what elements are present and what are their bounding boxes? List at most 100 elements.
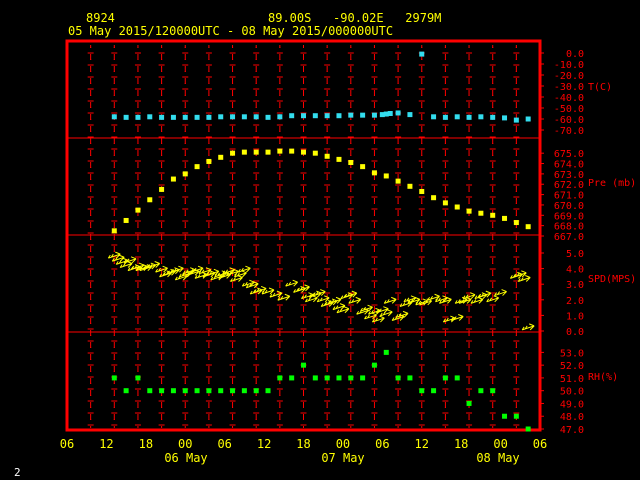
data-point <box>194 114 200 120</box>
data-point <box>289 148 295 154</box>
panel-label-temperature: T(C) <box>588 82 612 93</box>
series-rh <box>111 349 531 432</box>
x-tick-label: 18 <box>454 437 468 451</box>
data-point <box>395 375 401 381</box>
data-point <box>182 171 188 177</box>
data-point <box>490 388 496 394</box>
data-point <box>301 362 306 368</box>
data-point <box>147 197 153 203</box>
y-tick-label: -70.0 <box>554 126 584 137</box>
data-point <box>218 388 224 394</box>
wind-arrow <box>332 303 346 311</box>
wind-arrow <box>316 295 330 303</box>
data-point <box>241 388 247 394</box>
data-point <box>454 375 460 381</box>
data-point <box>265 388 271 394</box>
data-point <box>170 114 176 120</box>
data-point <box>513 220 519 226</box>
data-point <box>159 114 165 120</box>
data-point <box>442 200 448 206</box>
data-point <box>336 113 342 119</box>
data-point <box>348 159 354 165</box>
data-point <box>360 164 366 170</box>
data-point <box>182 114 188 120</box>
data-point <box>466 114 472 120</box>
data-point <box>277 148 283 154</box>
y-tick-label: 667.0 <box>554 232 584 243</box>
wind-arrow <box>395 310 409 318</box>
y-tick-label: 675.0 <box>554 149 584 160</box>
y-tick-label: -40.0 <box>554 93 584 104</box>
data-point <box>253 114 259 120</box>
data-point <box>442 114 448 120</box>
data-point <box>395 110 401 116</box>
data-point <box>371 112 377 118</box>
y-tick-label: 51.0 <box>560 374 584 385</box>
data-point <box>431 195 437 201</box>
x-tick-label: 00 <box>178 437 192 451</box>
data-point <box>419 388 425 394</box>
data-point <box>111 114 117 120</box>
data-point <box>230 150 236 156</box>
wind-arrow <box>123 256 137 264</box>
y-tick-label: 47.0 <box>560 425 584 436</box>
data-point <box>312 375 318 381</box>
y-tick-label: 668.0 <box>554 222 584 233</box>
wind-arrow <box>375 306 389 314</box>
data-point <box>454 114 460 120</box>
data-point <box>383 173 389 179</box>
y-tick-label: 0.0 <box>566 49 584 60</box>
data-point <box>230 388 236 394</box>
data-point <box>324 153 330 159</box>
data-point <box>502 413 508 419</box>
y-tick-label: 4.0 <box>566 265 584 276</box>
data-point <box>241 149 247 155</box>
data-point <box>407 112 413 118</box>
wind-arrow <box>360 304 373 312</box>
data-point <box>218 154 224 160</box>
y-tick-label: 50.0 <box>560 387 584 398</box>
data-point <box>206 114 212 120</box>
wind-arrow <box>521 323 535 331</box>
data-point <box>466 400 472 406</box>
data-point <box>253 149 259 155</box>
data-point <box>324 113 330 119</box>
y-tick-label: 2.0 <box>566 296 584 307</box>
data-point <box>360 112 366 118</box>
series-temperature <box>111 51 531 123</box>
data-point <box>265 149 271 155</box>
wind-arrow <box>450 314 464 321</box>
data-point <box>111 375 117 381</box>
data-point <box>478 210 484 216</box>
data-point <box>159 186 165 192</box>
data-point <box>277 375 283 381</box>
data-point <box>312 113 318 119</box>
y-tick-label: -20.0 <box>554 71 584 82</box>
x-tick-label: 18 <box>139 437 153 451</box>
data-point <box>419 188 425 194</box>
data-point <box>525 426 531 432</box>
grid <box>87 45 520 428</box>
data-point <box>490 114 496 120</box>
panel-label-wind_speed: SPD(MPS) <box>588 274 636 285</box>
data-point <box>147 114 153 120</box>
y-tick-label: 3.0 <box>566 280 584 291</box>
data-point <box>170 176 176 182</box>
x-day-label: 08 May <box>476 451 519 465</box>
x-tick-label: 06 <box>533 437 547 451</box>
data-point <box>206 158 212 164</box>
y-tick-label: 671.0 <box>554 191 584 202</box>
panel-label-rh: RH(%) <box>588 372 618 383</box>
x-day-label: 07 May <box>321 451 364 465</box>
y-tick-label: 673.0 <box>554 170 584 181</box>
y-tick-label: -30.0 <box>554 82 584 93</box>
x-tick-label: 00 <box>493 437 507 451</box>
data-point <box>371 362 377 368</box>
y-tick-label: -60.0 <box>554 115 584 126</box>
data-point <box>431 388 437 394</box>
data-point <box>135 207 141 213</box>
data-point <box>419 51 425 57</box>
data-point <box>387 111 393 116</box>
x-day-label: 06 May <box>164 451 207 465</box>
x-tick-label: 06 <box>375 437 389 451</box>
